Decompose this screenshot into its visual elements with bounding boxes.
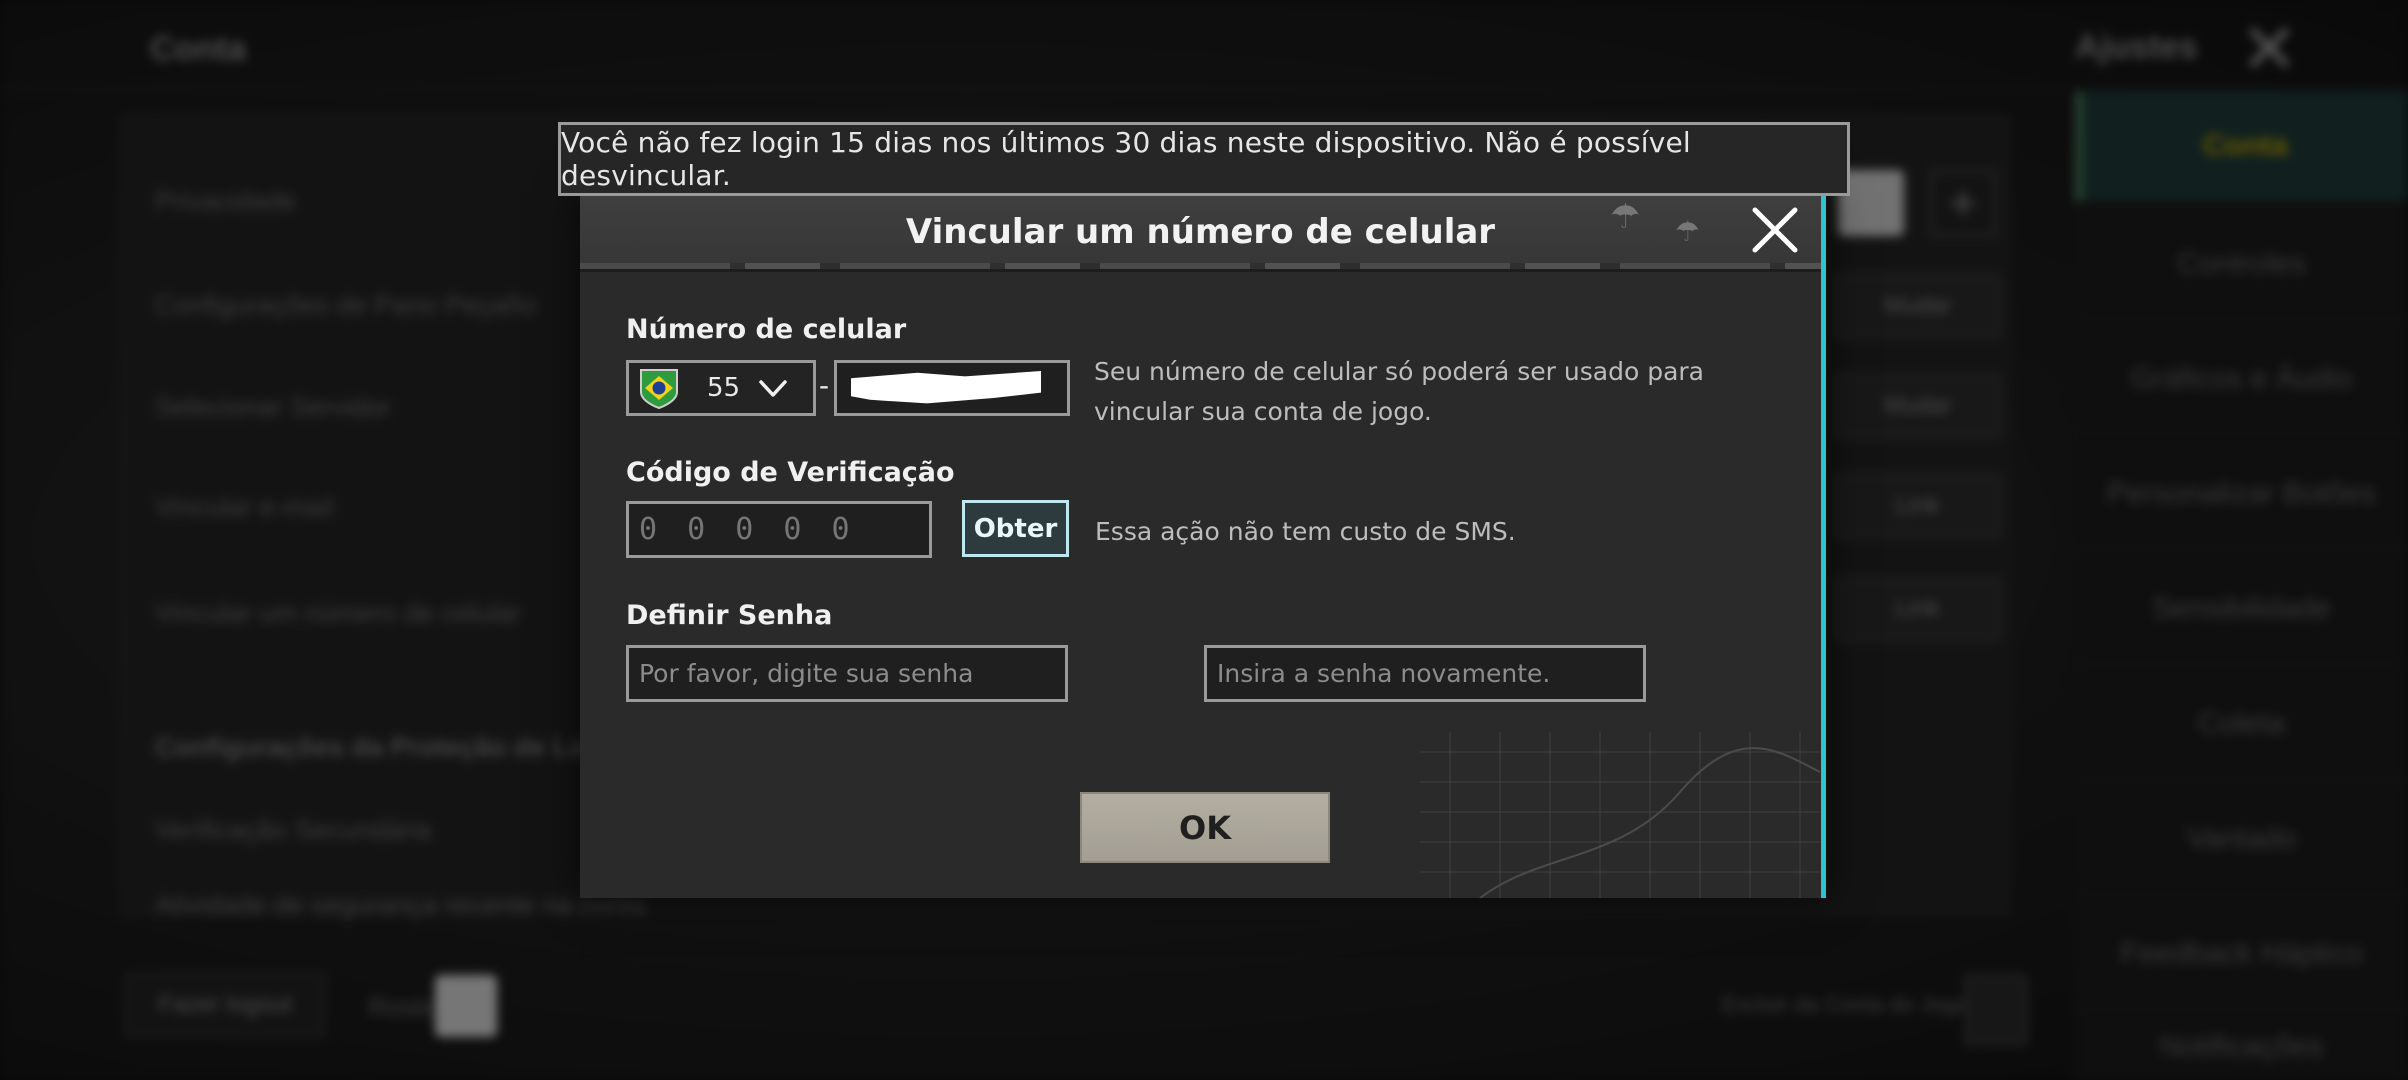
phone-number-input[interactable]: [834, 360, 1070, 416]
phone-hint-line: Seu número de celular só poderá ser usad…: [1094, 357, 1704, 386]
verification-hint: Essa ação não tem custo de SMS.: [1095, 517, 1516, 546]
confirm-password-input[interactable]: [1204, 645, 1646, 702]
unbind-notice-banner: Você não fez login 15 dias nos últimos 3…: [558, 122, 1850, 196]
phone-separator: -: [819, 369, 829, 402]
password-label: Definir Senha: [626, 600, 833, 631]
country-code-select[interactable]: 55: [626, 360, 816, 416]
get-code-button[interactable]: Obter: [962, 500, 1069, 557]
ok-button[interactable]: OK: [1080, 792, 1330, 863]
phone-label: Número de celular: [626, 314, 907, 345]
phone-hint: Seu número de celular só poderá ser usad…: [1094, 352, 1704, 432]
bind-phone-dialog: ☂ ☂ Vincular um número de celular Número…: [580, 192, 1826, 898]
map-grid-decoration: [1420, 732, 1820, 898]
redacted-phone-number: [851, 371, 1041, 404]
password-input[interactable]: [626, 645, 1068, 702]
notice-text: Você não fez login 15 dias nos últimos 3…: [561, 126, 1691, 192]
verification-code-input[interactable]: [626, 501, 932, 558]
close-icon: [1752, 207, 1798, 253]
chevron-down-icon: [759, 380, 787, 397]
phone-hint-line: vincular sua conta de jogo.: [1094, 397, 1432, 426]
close-button[interactable]: [1745, 200, 1805, 260]
dialog-header: ☂ ☂ Vincular um número de celular: [580, 192, 1821, 272]
dialog-title: Vincular um número de celular: [905, 212, 1496, 252]
country-code: 55: [707, 373, 741, 403]
brazil-flag-icon: [640, 369, 678, 410]
verification-code-label: Código de Verificação: [626, 457, 955, 488]
